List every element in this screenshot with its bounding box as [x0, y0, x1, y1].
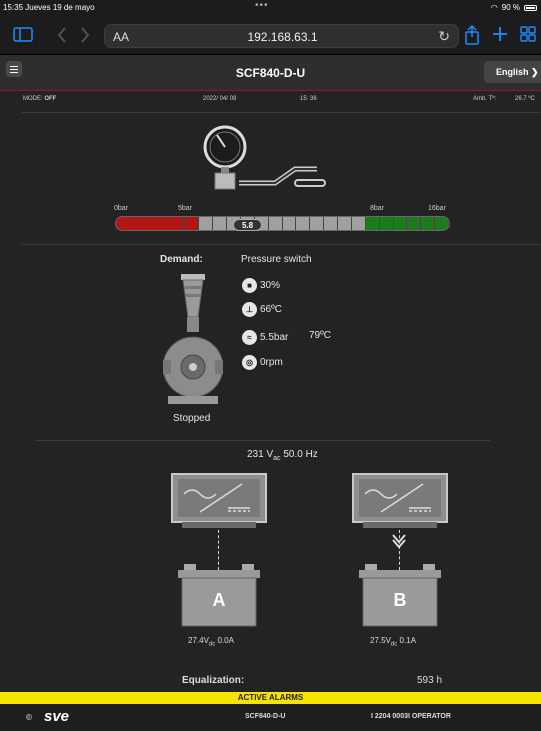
demand-value: Pressure switch: [241, 254, 312, 265]
charging-arrow-icon: [392, 534, 406, 549]
gauge-max-label: 16bar: [428, 205, 446, 212]
status-bar: 15:35 Jueves 19 de mayo ••• ◠ 90 %: [0, 0, 541, 15]
address-bar[interactable]: AA 192.168.63.1 ↻: [104, 24, 459, 48]
multitask-dots[interactable]: •••: [255, 0, 269, 11]
fuel-level: ■ 30%: [242, 278, 280, 293]
gauge-high-label: 8bar: [370, 205, 385, 212]
temperature-value: 66ºC: [260, 304, 282, 316]
gauge-low-label: 5bar: [178, 205, 193, 212]
battery-b-label: B: [393, 590, 407, 610]
supply-readout: 231 Vac 50.0 Hz: [247, 449, 318, 462]
forward-icon[interactable]: [80, 27, 90, 43]
demand-label: Demand:: [160, 254, 203, 265]
equalization-value: 593 h: [417, 675, 443, 686]
speed-icon: ◎: [242, 355, 257, 370]
reload-icon[interactable]: ↻: [438, 28, 450, 45]
language-value: English: [496, 67, 529, 77]
battery-percent: 90 %: [501, 3, 520, 12]
fuel-icon: ■: [242, 278, 257, 293]
back-icon[interactable]: [57, 27, 67, 43]
equalization-label: Equalization:: [182, 675, 245, 686]
footer: © sve SCF840-D-U I 2204 0003I OPERATOR: [0, 704, 541, 731]
mode-value: OFF: [44, 96, 57, 102]
pump-status: Stopped: [173, 413, 211, 424]
battery-b-volts: 27.5V: [370, 636, 391, 645]
engine-speed: ◎ 0rpm: [242, 355, 283, 370]
footer-user: I 2204 0003I OPERATOR: [371, 713, 451, 720]
battery-a-amps: 0.0A: [215, 636, 234, 645]
wifi-icon: ◠: [490, 3, 498, 12]
footer-model: SCF840-D-U: [245, 713, 286, 720]
battery-icon: [524, 4, 537, 11]
app-header: SCF840-D-U English ❯: [0, 55, 541, 91]
mode-indicator: MODE: OFF: [23, 96, 56, 102]
divider: [22, 244, 540, 245]
page-title: SCF840-D-U: [235, 66, 306, 80]
url-text: 192.168.63.1: [247, 30, 318, 44]
ambient-value: 26.7 ºC: [515, 96, 535, 102]
divider: [35, 440, 490, 441]
pressure-value: 5.8: [233, 219, 262, 231]
battery-b-readout: 27.5Vdc 0.1A: [370, 636, 416, 648]
supply-frequency: 50.0 Hz: [280, 449, 318, 460]
brand-logo: sve: [44, 708, 70, 725]
engine-temperature: ⊥ 66ºC: [242, 302, 282, 317]
date-readout: 2022/ 04/ 08: [203, 96, 237, 102]
oil-pressure-value: 5.5bar: [260, 332, 289, 344]
fuel-value: 30%: [260, 280, 281, 292]
oil-pressure: ≈5.5bar: [242, 330, 288, 345]
sidebar-icon[interactable]: [13, 27, 33, 42]
copyright-symbol: ©: [26, 713, 32, 722]
active-alarms-banner[interactable]: ACTIVE ALARMS: [0, 692, 541, 704]
battery-a-label: A: [212, 590, 226, 610]
tabs-overview-icon[interactable]: [520, 26, 536, 42]
time-readout: 15: 36: [300, 96, 317, 102]
pressure-bar: [115, 216, 450, 231]
chevron-down-icon: ❯: [531, 67, 539, 77]
new-tab-icon[interactable]: [492, 26, 508, 42]
share-icon[interactable]: [464, 25, 480, 45]
pressure-gauge-icon: [203, 125, 326, 190]
battery-b-amps: 0.1A: [397, 636, 416, 645]
charger-a-icon: [171, 473, 267, 528]
oil-temperature-value: 79ºC: [309, 330, 331, 341]
oil-icon: ≈: [242, 330, 257, 345]
mode-label: MODE:: [23, 96, 43, 102]
language-select[interactable]: English ❯: [484, 61, 541, 83]
charger-b-icon: [352, 473, 448, 528]
status-time: 15:35 Jueves 19 de mayo: [3, 3, 95, 12]
battery-a-volts: 27.4V: [188, 636, 209, 645]
status-right: ◠ 90 %: [491, 3, 537, 12]
ambient-label: Amb. Tª:: [473, 96, 497, 102]
temperature-icon: ⊥: [242, 302, 257, 317]
supply-voltage: 231 V: [247, 449, 274, 460]
battery-a-readout: 27.4Vdc 0.0A: [188, 636, 234, 648]
speed-value: 0rpm: [260, 357, 283, 369]
supply-voltage-unit: ac: [273, 455, 281, 462]
gauge-min-label: 0bar: [114, 205, 129, 212]
pump-icon: [163, 274, 223, 404]
divider: [22, 112, 540, 113]
